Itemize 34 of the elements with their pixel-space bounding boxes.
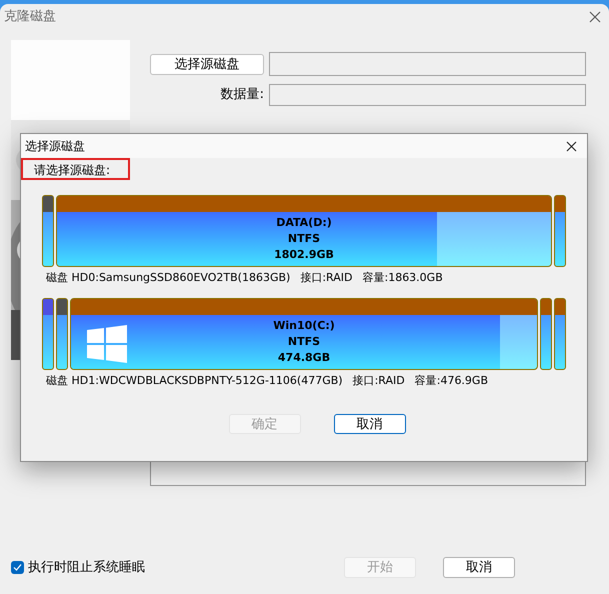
disk-interface: 接口:RAID (352, 372, 405, 388)
partition-bar[interactable] (554, 298, 566, 370)
window-title: 克隆磁盘 (4, 8, 56, 26)
disk-capacity: 容量:1863.0GB (362, 270, 443, 286)
partition-bar[interactable] (42, 195, 54, 267)
checkbox[interactable] (11, 561, 24, 574)
data-amount-field[interactable] (269, 84, 586, 106)
partition-bar[interactable] (56, 298, 68, 370)
volume-size: 1802.9GB (274, 247, 334, 263)
dialog-button[interactable]: 取消 (334, 414, 406, 434)
partition-bar[interactable] (540, 298, 552, 370)
close-icon[interactable] (589, 11, 601, 23)
disk-interface: 接口:RAID (300, 270, 352, 286)
select-source-button[interactable]: 选择源磁盘 (150, 54, 264, 74)
disk-capacity: 容量:476.9GB (414, 372, 488, 388)
windows-logo-icon (87, 324, 127, 362)
checkbox-label: 执行时阻止系统睡眠 (28, 558, 145, 577)
close-icon[interactable] (566, 140, 577, 152)
volume-size: 474.8GB (278, 350, 330, 366)
source-field[interactable] (269, 52, 586, 76)
partition-bar[interactable] (42, 298, 54, 370)
volume-label: Win10(C:) (273, 318, 335, 334)
partition-bar[interactable]: DATA(D:) NTFS 1802.9GB (56, 195, 552, 267)
partition-bar[interactable]: Win10(C:) NTFS 474.8GB (70, 298, 538, 370)
prompt-label: 请选择源磁盘: (21, 158, 130, 180)
file-system: NTFS (288, 334, 320, 350)
partition-bar[interactable] (554, 195, 566, 267)
dialog-button[interactable]: 取消 (443, 557, 515, 578)
volume-label: DATA(D:) (276, 215, 332, 231)
disk-name: 磁盘 HD0:SamsungSSD860EVO2TB(1863GB) (46, 270, 290, 286)
file-system: NTFS (288, 231, 320, 247)
data-amount-label: 数据量: (220, 86, 264, 104)
disk-name: 磁盘 HD1:WDCWDBLACKSDBPNTY-512G-1106(477GB) (46, 372, 343, 388)
dialog-title: 选择源磁盘 (25, 138, 85, 155)
